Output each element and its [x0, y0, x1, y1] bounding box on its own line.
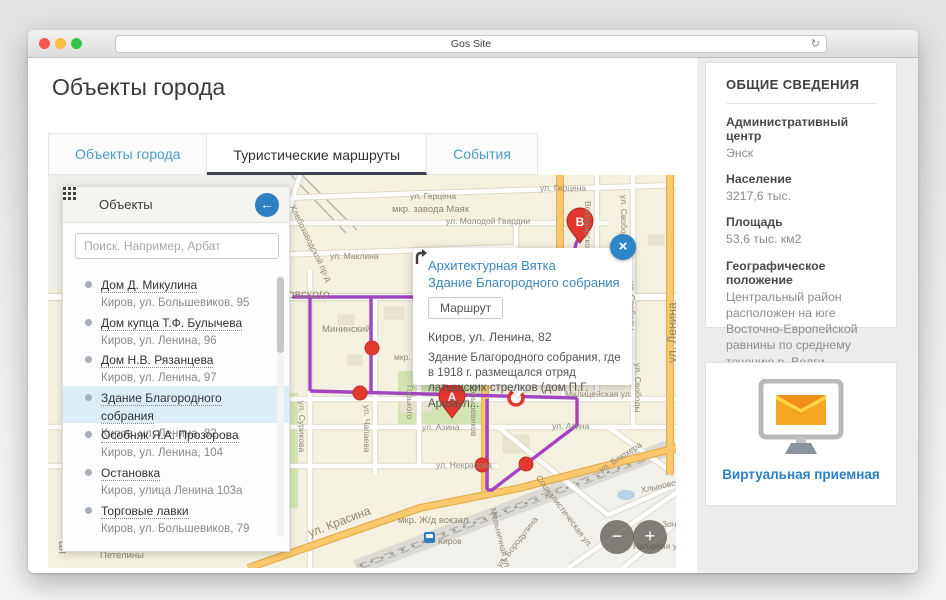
object-list-item[interactable]: Здание Благородного собрания Киров, ул. … [63, 386, 289, 424]
info-entry: Площадь 53,6 тыс. км2 [726, 215, 876, 247]
info-entry-value: Энск [726, 145, 876, 161]
tab[interactable]: Туристические маршруты [207, 133, 427, 175]
pin-b[interactable]: B [567, 208, 593, 243]
minimize-window-button[interactable] [55, 38, 66, 49]
general-info-title: ОБЩИЕ СВЕДЕНИЯ [726, 77, 876, 92]
main-area: Объекты города Объекты городаТуристическ… [28, 58, 697, 573]
objects-panel-title: Объекты [99, 197, 153, 212]
address-bar[interactable]: Gos Site ↻ [115, 35, 827, 53]
object-list-item[interactable]: Особняк Я.А. Прозорова Киров, ул. Ленина… [63, 423, 289, 461]
info-entry: Административный центр Энск [726, 115, 876, 161]
route-icon [413, 248, 429, 265]
object-address: Киров, ул. Большевиков, 95 [101, 295, 267, 311]
object-address: Киров, ул. Ленина, 96 [101, 333, 267, 349]
pin-b-label: B [576, 215, 585, 229]
map-zoom-out-button[interactable]: − [600, 520, 634, 554]
close-window-button[interactable] [39, 38, 50, 49]
panel-scrollbar-thumb[interactable] [277, 277, 284, 353]
popup-category-link[interactable]: Архитектурная Вятка [428, 257, 620, 274]
object-name-link[interactable]: Дом купца Т.Ф. Булычева [101, 316, 242, 331]
popup-address: Киров, ул. Ленина, 82 [428, 330, 620, 344]
info-entry-label: Географическое положение [726, 259, 876, 287]
object-address: Киров, ул. Ленина, 97 [101, 370, 267, 386]
tab-bar: Объекты городаТуристические маршрутыСобы… [48, 133, 538, 175]
object-name-link[interactable]: Дом Д. Микулина [101, 278, 197, 293]
tab[interactable]: Объекты города [48, 133, 207, 175]
monitor-envelope-icon [751, 379, 851, 465]
object-list-item[interactable]: Остановка Киров, улица Ленина 103а [63, 461, 289, 499]
objects-list: Дом Д. Микулина Киров, ул. Большевиков, … [63, 273, 289, 536]
bullet-icon [85, 507, 92, 514]
object-name-link[interactable]: Здание Благородного собрания [101, 391, 222, 424]
object-name-link[interactable]: Дом Н.В. Рязанцева [101, 353, 213, 368]
browser-window: Gos Site ↻ Объекты города Объекты города… [28, 30, 918, 573]
info-entry-value: 3217,6 тыс. [726, 188, 876, 204]
route-row: Маршрут [428, 296, 620, 320]
object-address: Киров, ул. Ленина, 104 [101, 445, 267, 461]
railway-station-icon [424, 532, 435, 543]
popup-title-link[interactable]: Здание Благородного собрания [428, 274, 620, 291]
info-entry-value: Центральный район расположен на юге Вост… [726, 289, 876, 370]
object-address: Киров, улица Ленина 103а [101, 483, 267, 499]
info-entry-label: Население [726, 172, 876, 186]
object-list-item[interactable]: Дом купца Т.Ф. Булычева Киров, ул. Ленин… [63, 311, 289, 349]
right-sidebar: ОБЩИЕ СВЕДЕНИЯ Административный центр Эн… [697, 58, 918, 573]
tab[interactable]: События [427, 133, 538, 175]
zoom-window-button[interactable] [71, 38, 82, 49]
objects-panel-header: Объекты ← [63, 187, 289, 223]
page-title: Объекты города [52, 74, 225, 101]
grid-icon [63, 187, 76, 200]
bullet-icon [85, 394, 92, 401]
general-info-card: ОБЩИЕ СВЕДЕНИЯ Административный центр Эн… [705, 62, 897, 328]
virtual-reception-card[interactable]: Виртуальная приемная [705, 362, 897, 506]
popup-description: Здание Благородного собрания, где в 1918… [428, 351, 622, 412]
map-zoom-in-button[interactable]: + [633, 520, 667, 554]
info-entry: Географическое положение Центральный рай… [726, 259, 876, 370]
virtual-reception-link[interactable]: Виртуальная приемная [706, 467, 896, 482]
info-entry: Население 3217,6 тыс. [726, 172, 876, 204]
object-name-link[interactable]: Особняк Я.А. Прозорова [101, 428, 239, 443]
bullet-icon [85, 319, 92, 326]
back-button[interactable]: ← [255, 193, 279, 217]
general-info-entries: Административный центр Энск Население 32… [726, 115, 876, 370]
divider [726, 103, 876, 104]
search-input[interactable] [75, 233, 279, 259]
city-map[interactable]: A B ул. Герценамкр. завода Маякул. Герце… [48, 175, 676, 568]
route-button[interactable]: Маршрут [428, 297, 503, 319]
page-url-title: Gos Site [451, 38, 491, 50]
info-entry-label: Площадь [726, 215, 876, 229]
bullet-icon [85, 356, 92, 363]
popup-close-button[interactable]: × [610, 234, 636, 260]
bullet-icon [85, 431, 92, 438]
info-entry-value: 53,6 тыс. км2 [726, 231, 876, 247]
object-address: Киров, ул. Большевиков, 79 [101, 521, 267, 537]
object-list-item[interactable]: Торговые лавки Киров, ул. Большевиков, 7… [63, 499, 289, 537]
browser-chrome: Gos Site ↻ [28, 30, 918, 58]
page-content: Объекты города Объекты городаТуристическ… [28, 58, 918, 573]
reload-icon[interactable]: ↻ [811, 36, 820, 52]
object-popup: Архитектурная Вятка Здание Благородного … [413, 248, 632, 385]
object-list-item[interactable]: Дом Д. Микулина Киров, ул. Большевиков, … [63, 273, 289, 311]
info-entry-label: Административный центр [726, 115, 876, 143]
panel-scrollbar-track[interactable] [277, 275, 284, 537]
bullet-icon [85, 469, 92, 476]
object-name-link[interactable]: Остановка [101, 466, 160, 481]
bullet-icon [85, 281, 92, 288]
objects-panel: Объекты ← Дом Д. Микулина Киров, ул. Бол… [62, 186, 290, 552]
object-list-item[interactable]: Дом Н.В. Рязанцева Киров, ул. Ленина, 97 [63, 348, 289, 386]
object-name-link[interactable]: Торговые лавки [101, 504, 189, 519]
